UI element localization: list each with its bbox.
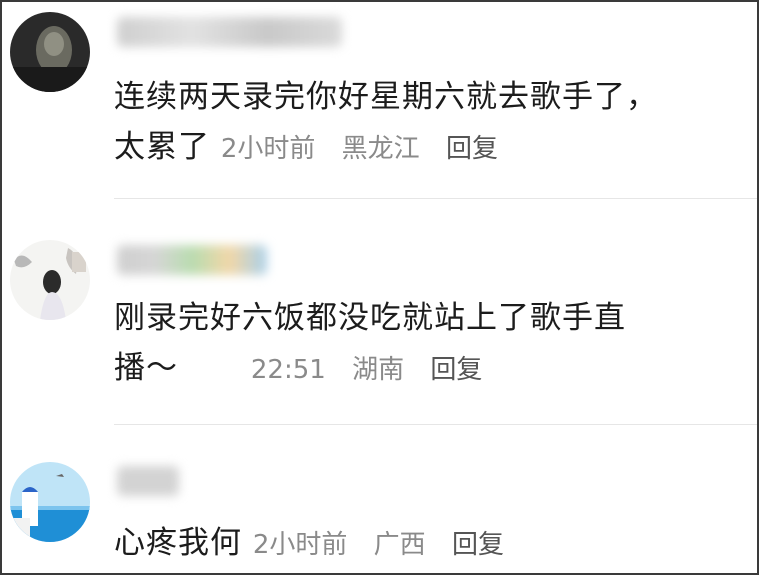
comment-item: 连续两天录完你好星期六就去歌手了， 太累了 2小时前 黑龙江 回复: [2, 2, 757, 198]
comment-item: 心疼我何 2小时前 广西 回复: [2, 426, 757, 573]
reply-button[interactable]: 回复: [430, 355, 482, 385]
comment-body: 连续两天录完你好星期六就去歌手了， 太累了 2小时前 黑龙江 回复: [114, 72, 734, 174]
comment-time: 2小时前: [252, 530, 348, 560]
avatar[interactable]: [10, 462, 90, 542]
comment-text-line: 太累了: [114, 129, 210, 165]
comment-location: 湖南: [352, 355, 405, 385]
comment-time: 22:51: [250, 355, 326, 385]
comment-time: 2小时前: [220, 134, 316, 164]
divider: [114, 198, 757, 199]
username-blurred[interactable]: [117, 245, 267, 275]
avatar[interactable]: [10, 240, 90, 320]
divider: [114, 424, 757, 425]
comment-body: 心疼我何 2小时前 广西 回复: [114, 518, 734, 570]
username-blurred[interactable]: [117, 17, 342, 47]
avatar[interactable]: [10, 12, 90, 92]
reply-button[interactable]: 回复: [452, 530, 504, 560]
comment-text-line: 刚录完好六饭都没吃就站上了歌手直: [114, 300, 626, 336]
comment-list: 连续两天录完你好星期六就去歌手了， 太累了 2小时前 黑龙江 回复 刚录完好六饭…: [0, 0, 759, 575]
comment-location: 黑龙江: [341, 134, 420, 164]
comment-location: 广西: [373, 530, 426, 560]
reply-button[interactable]: 回复: [446, 134, 498, 164]
comment-text-line: 连续两天录完你好星期六就去歌手了，: [114, 79, 658, 115]
username-blurred[interactable]: [117, 466, 179, 496]
comment-text-line: 播～: [114, 350, 178, 386]
comment-text-line: 心疼我何: [114, 525, 242, 561]
comment-item: 刚录完好六饭都没吃就站上了歌手直 播～ 22:51 湖南 回复: [2, 200, 757, 424]
comment-body: 刚录完好六饭都没吃就站上了歌手直 播～ 22:51 湖南 回复: [114, 293, 734, 395]
